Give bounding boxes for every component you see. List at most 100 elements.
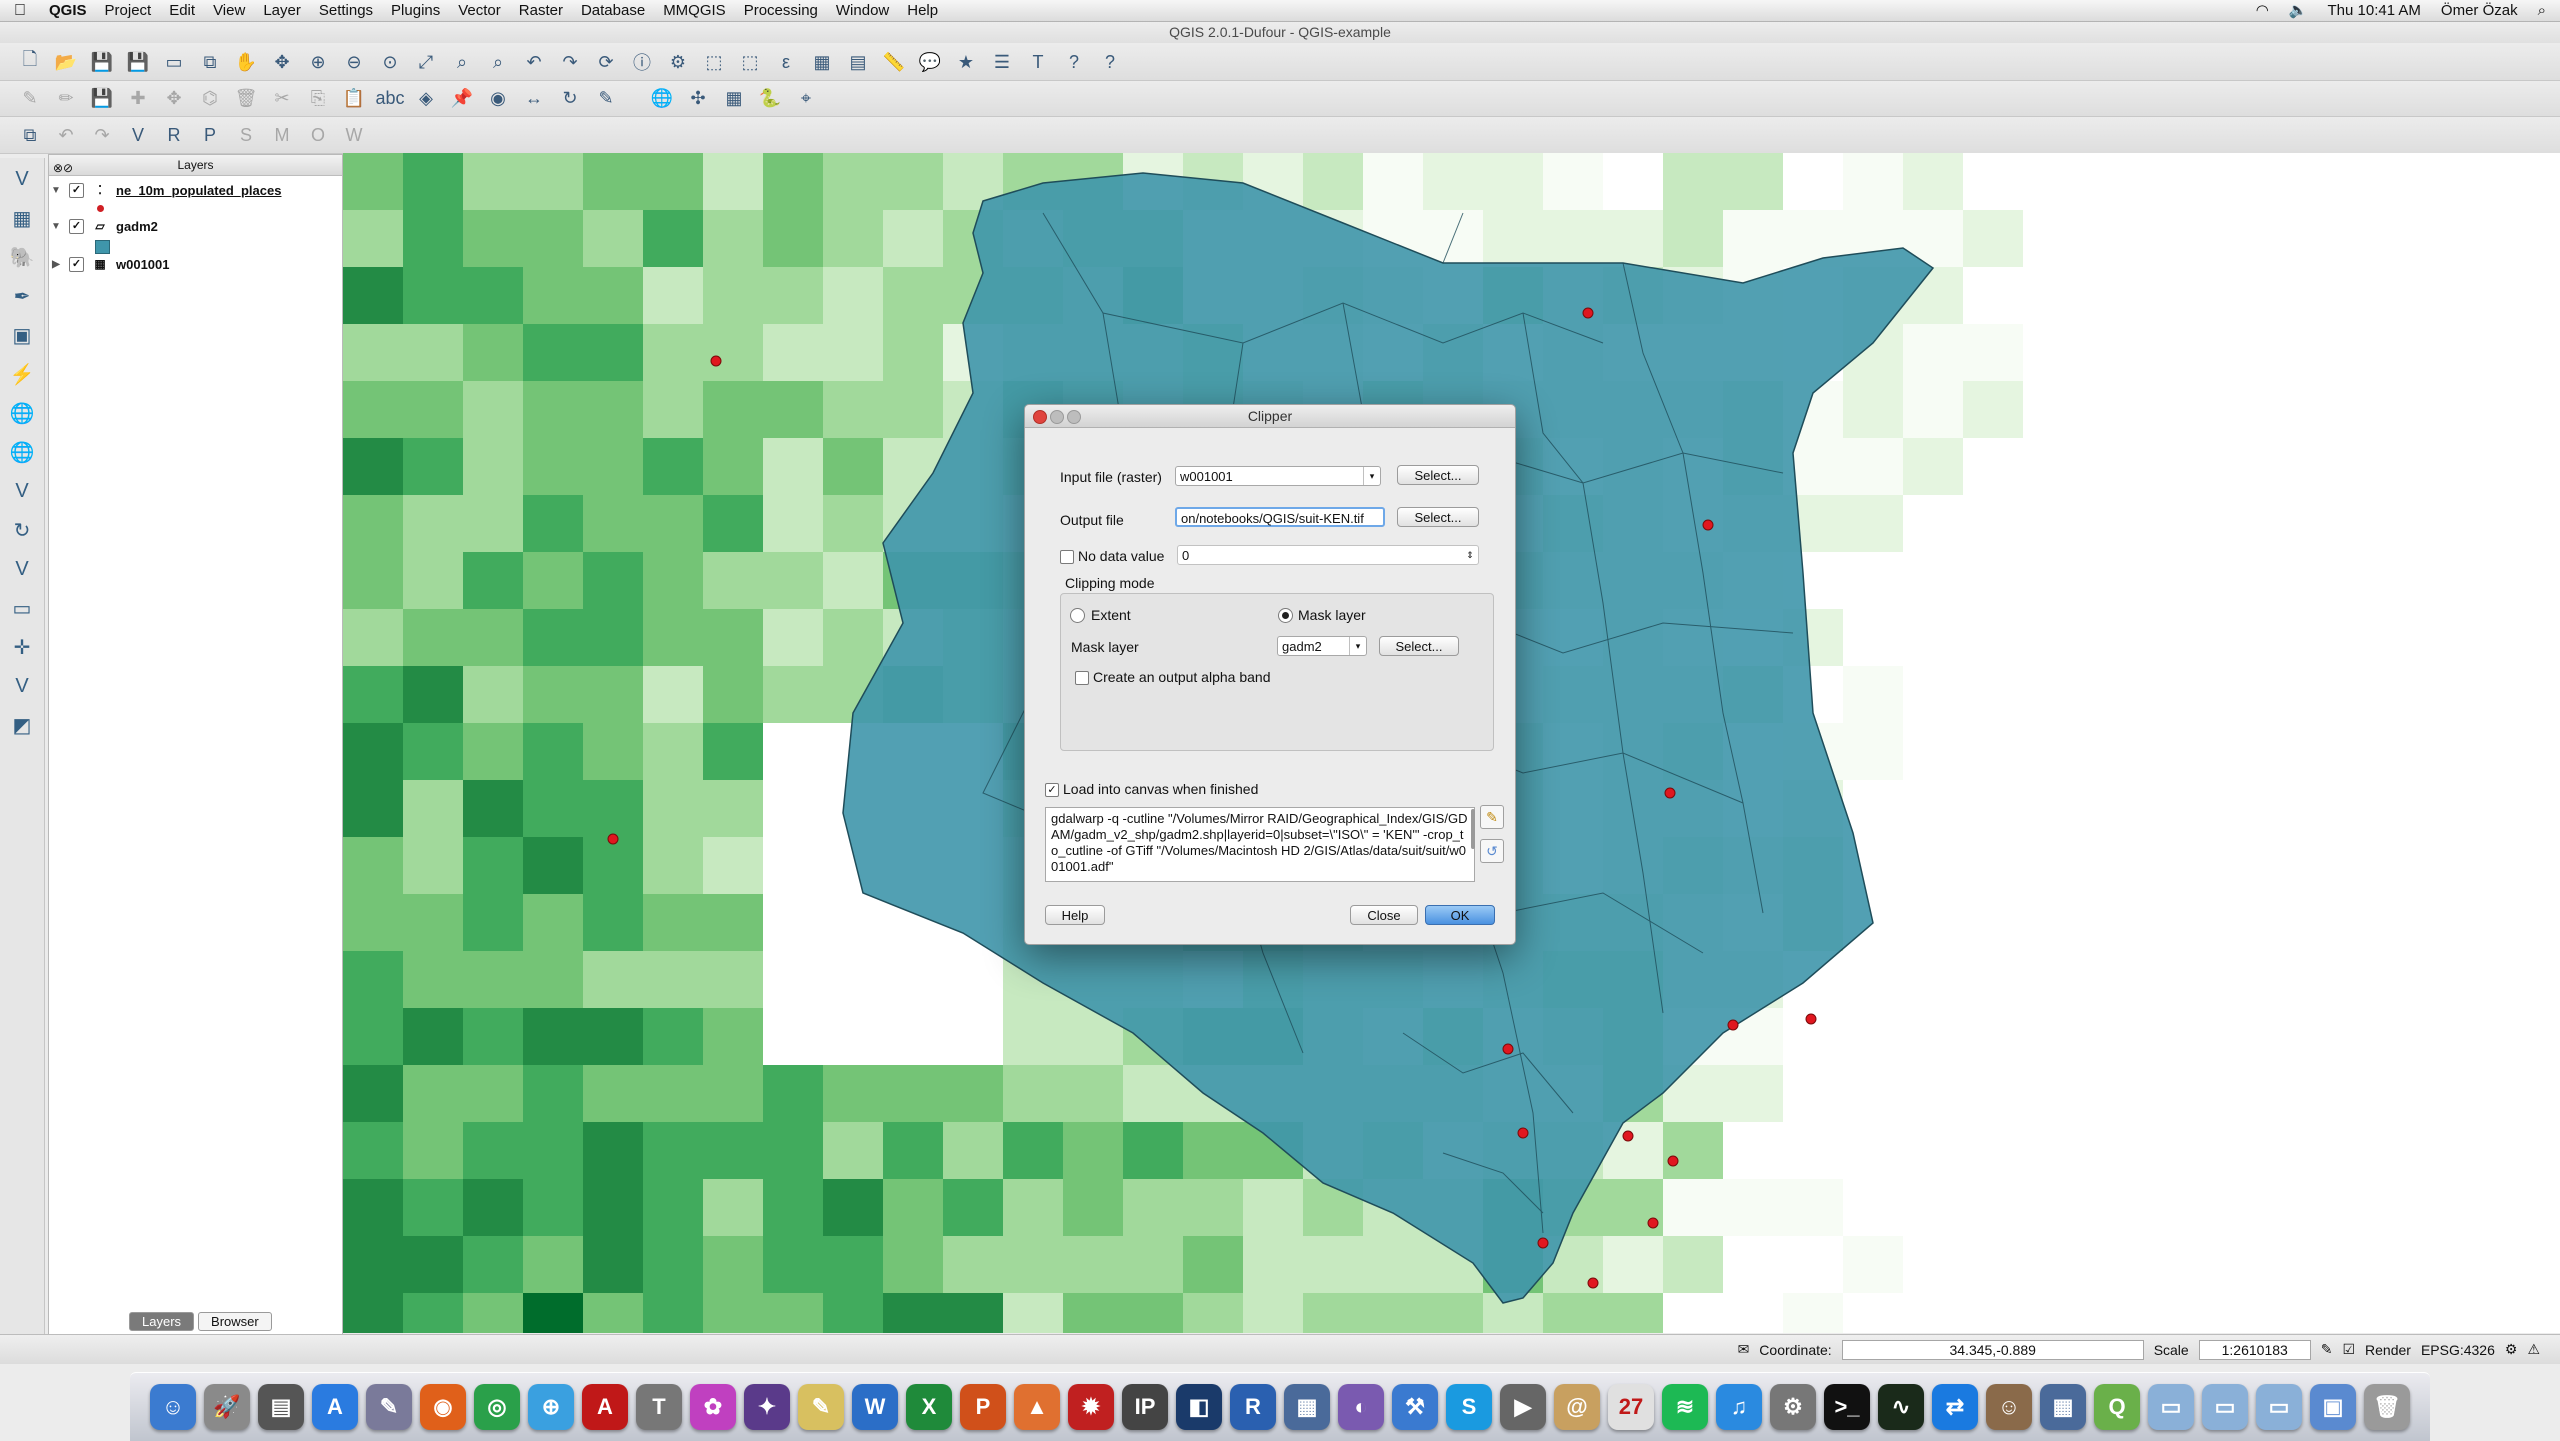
populated-place-point[interactable] — [1667, 1155, 1679, 1167]
add-wms-layer-icon[interactable]: 🌐 — [7, 398, 37, 428]
undo-icon[interactable]: ↶ — [51, 120, 81, 150]
grid-app-icon[interactable]: ▦ — [1284, 1384, 1330, 1430]
layer-item-populated-places[interactable]: ▼ ✓ ⁚ ne_10m_populated_places — [49, 179, 281, 201]
zoom-actual-icon[interactable]: ⊙ — [375, 47, 405, 77]
move-label-icon[interactable]: ↔ — [519, 84, 549, 114]
folder-applications-icon[interactable]: ▭ — [2148, 1384, 2194, 1430]
python-icon[interactable]: 🐍 — [755, 84, 785, 114]
crs-status[interactable]: EPSG:4326 — [2421, 1342, 2495, 1358]
populated-place-point[interactable] — [1502, 1043, 1514, 1055]
crs-icon[interactable]: ⚙ — [2505, 1341, 2518, 1358]
openlayers-icon[interactable]: 🌐 — [647, 84, 677, 114]
current-edits-icon[interactable]: ✎ — [15, 84, 45, 114]
facetime-icon[interactable]: ▶ — [1500, 1384, 1546, 1430]
zoom-last-icon[interactable]: ↶ — [519, 47, 549, 77]
add-oracle-layer-icon[interactable]: ⚡ — [7, 359, 37, 389]
scale-field[interactable]: 1:2610183 — [2198, 1339, 2311, 1360]
populated-place-point[interactable] — [710, 355, 722, 367]
populated-place-point[interactable] — [1727, 1019, 1739, 1031]
zoom-selection-icon[interactable]: ⌕ — [447, 47, 477, 77]
pin-labels-icon[interactable]: 📌 — [447, 84, 477, 114]
populated-place-point[interactable] — [1702, 519, 1714, 531]
menu-help[interactable]: Help — [898, 0, 947, 21]
launchpad-icon[interactable]: 🚀 — [204, 1384, 250, 1430]
node-tool-icon[interactable]: ⌬ — [195, 84, 225, 114]
menu-project[interactable]: Project — [96, 0, 161, 21]
zoom-button-icon[interactable] — [1067, 410, 1081, 424]
add-feature-icon[interactable]: ✚ — [123, 84, 153, 114]
layer-visibility-checkbox[interactable]: ✓ — [69, 182, 84, 198]
close-icon[interactable]: ⊗⊘ — [53, 158, 73, 178]
copy-features-icon[interactable]: ⎘ — [303, 84, 333, 114]
input-select-button[interactable]: Select... — [1397, 465, 1479, 485]
stata-icon[interactable]: ◧ — [1176, 1384, 1222, 1430]
nodata-checkbox[interactable] — [1060, 550, 1074, 564]
save-project-icon[interactable]: 💾 — [87, 47, 117, 77]
command-scrollbar[interactable] — [1471, 809, 1475, 849]
matlab-icon[interactable]: ▲ — [1014, 1384, 1060, 1430]
menu-view[interactable]: View — [204, 0, 254, 21]
select-by-expression-icon[interactable]: ε — [771, 47, 801, 77]
texshop-icon[interactable]: T — [636, 1384, 682, 1430]
command-textarea[interactable]: gdalwarp -q -cutline "/Volumes/Mirror RA… — [1045, 807, 1475, 882]
itunes-icon[interactable]: ♫ — [1716, 1384, 1762, 1430]
show-bookmarks-icon[interactable]: ☰ — [987, 47, 1017, 77]
preview-icon[interactable]: ✎ — [366, 1384, 412, 1430]
stop-render-icon[interactable]: ✎ — [2321, 1341, 2333, 1358]
run-feature-action-icon[interactable]: ⚙ — [663, 47, 693, 77]
acrobat-icon[interactable]: A — [582, 1384, 628, 1430]
ipython-icon[interactable]: IP — [1122, 1384, 1168, 1430]
save-as-icon[interactable]: 💾 — [123, 47, 153, 77]
add-vector-layer-icon[interactable]: V — [123, 120, 153, 150]
pan-icon[interactable]: ✋ — [231, 47, 261, 77]
rotate-label-icon[interactable]: ↻ — [555, 84, 585, 114]
attribute-table-icon[interactable]: ▦ — [807, 47, 837, 77]
zoom-layer-icon[interactable]: ⌕ — [483, 47, 513, 77]
populated-place-point[interactable] — [1622, 1130, 1634, 1142]
populated-place-point[interactable] — [1537, 1237, 1549, 1249]
select-features-icon[interactable]: ⬚ — [699, 47, 729, 77]
remove-layer-icon[interactable]: ▭ — [7, 593, 37, 623]
latex-app-icon[interactable]: ✦ — [744, 1384, 790, 1430]
refresh-icon[interactable]: ⟳ — [591, 47, 621, 77]
teamviewer-icon[interactable]: ⇄ — [1932, 1384, 1978, 1430]
load-into-canvas-checkbox[interactable]: ✓ — [1045, 783, 1059, 797]
add-delimited-text-icon[interactable]: ↻ — [7, 515, 37, 545]
menu-window[interactable]: Window — [827, 0, 898, 21]
add-spatialite-layer-icon[interactable]: ✒ — [7, 281, 37, 311]
composer-manager-icon[interactable]: ⧉ — [195, 47, 225, 77]
zoom-in-icon[interactable]: ⊕ — [303, 47, 333, 77]
spinner-arrows-icon[interactable]: ⇕ — [1462, 546, 1478, 564]
expand-triangle-icon[interactable]: ▼ — [49, 185, 63, 196]
textedit-icon[interactable]: ▤ — [258, 1384, 304, 1430]
menu-plugins[interactable]: Plugins — [382, 0, 449, 21]
mask-layer-combo[interactable]: gadm2 ▾ — [1277, 636, 1367, 656]
delete-selected-icon[interactable]: 🗑 — [231, 84, 261, 114]
user-name[interactable]: Ömer Özak — [2441, 0, 2518, 21]
finder-icon[interactable]: ☺ — [150, 1384, 196, 1430]
word-icon[interactable]: W — [852, 1384, 898, 1430]
input-file-combo[interactable]: w001001 ▾ — [1175, 466, 1381, 486]
layer-visibility-checkbox[interactable]: ✓ — [69, 256, 84, 272]
mask-select-button[interactable]: Select... — [1379, 636, 1459, 656]
add-wfs-layer-icon[interactable]: V — [7, 476, 37, 506]
paste-features-icon[interactable]: 📋 — [339, 84, 369, 114]
populated-place-point[interactable] — [1517, 1127, 1529, 1139]
menu-raster[interactable]: Raster — [510, 0, 572, 21]
r-icon[interactable]: R — [1230, 1384, 1276, 1430]
redo-icon[interactable]: ↷ — [87, 120, 117, 150]
app-store-icon[interactable]: A — [312, 1384, 358, 1430]
coordinate-field[interactable]: 34.345,-0.889 — [1841, 1339, 2144, 1360]
close-button-icon[interactable] — [1033, 410, 1047, 424]
reset-command-icon[interactable]: ↺ — [1480, 839, 1504, 863]
layer-item-gadm2[interactable]: ▼ ✓ ▱ gadm2 — [49, 215, 158, 237]
menu-app-qgis[interactable]: QGIS — [40, 0, 96, 21]
firefox-icon[interactable]: ◉ — [420, 1384, 466, 1430]
populated-place-point[interactable] — [1582, 307, 1594, 319]
system-preferences-icon[interactable]: ⚙ — [1770, 1384, 1816, 1430]
menu-settings[interactable]: Settings — [310, 0, 382, 21]
show-hide-labels-icon[interactable]: ◉ — [483, 84, 513, 114]
xcode-icon[interactable]: ⚒ — [1392, 1384, 1438, 1430]
trash-icon[interactable]: 🗑 — [2364, 1384, 2410, 1430]
whats-this-icon[interactable]: ? — [1095, 47, 1125, 77]
